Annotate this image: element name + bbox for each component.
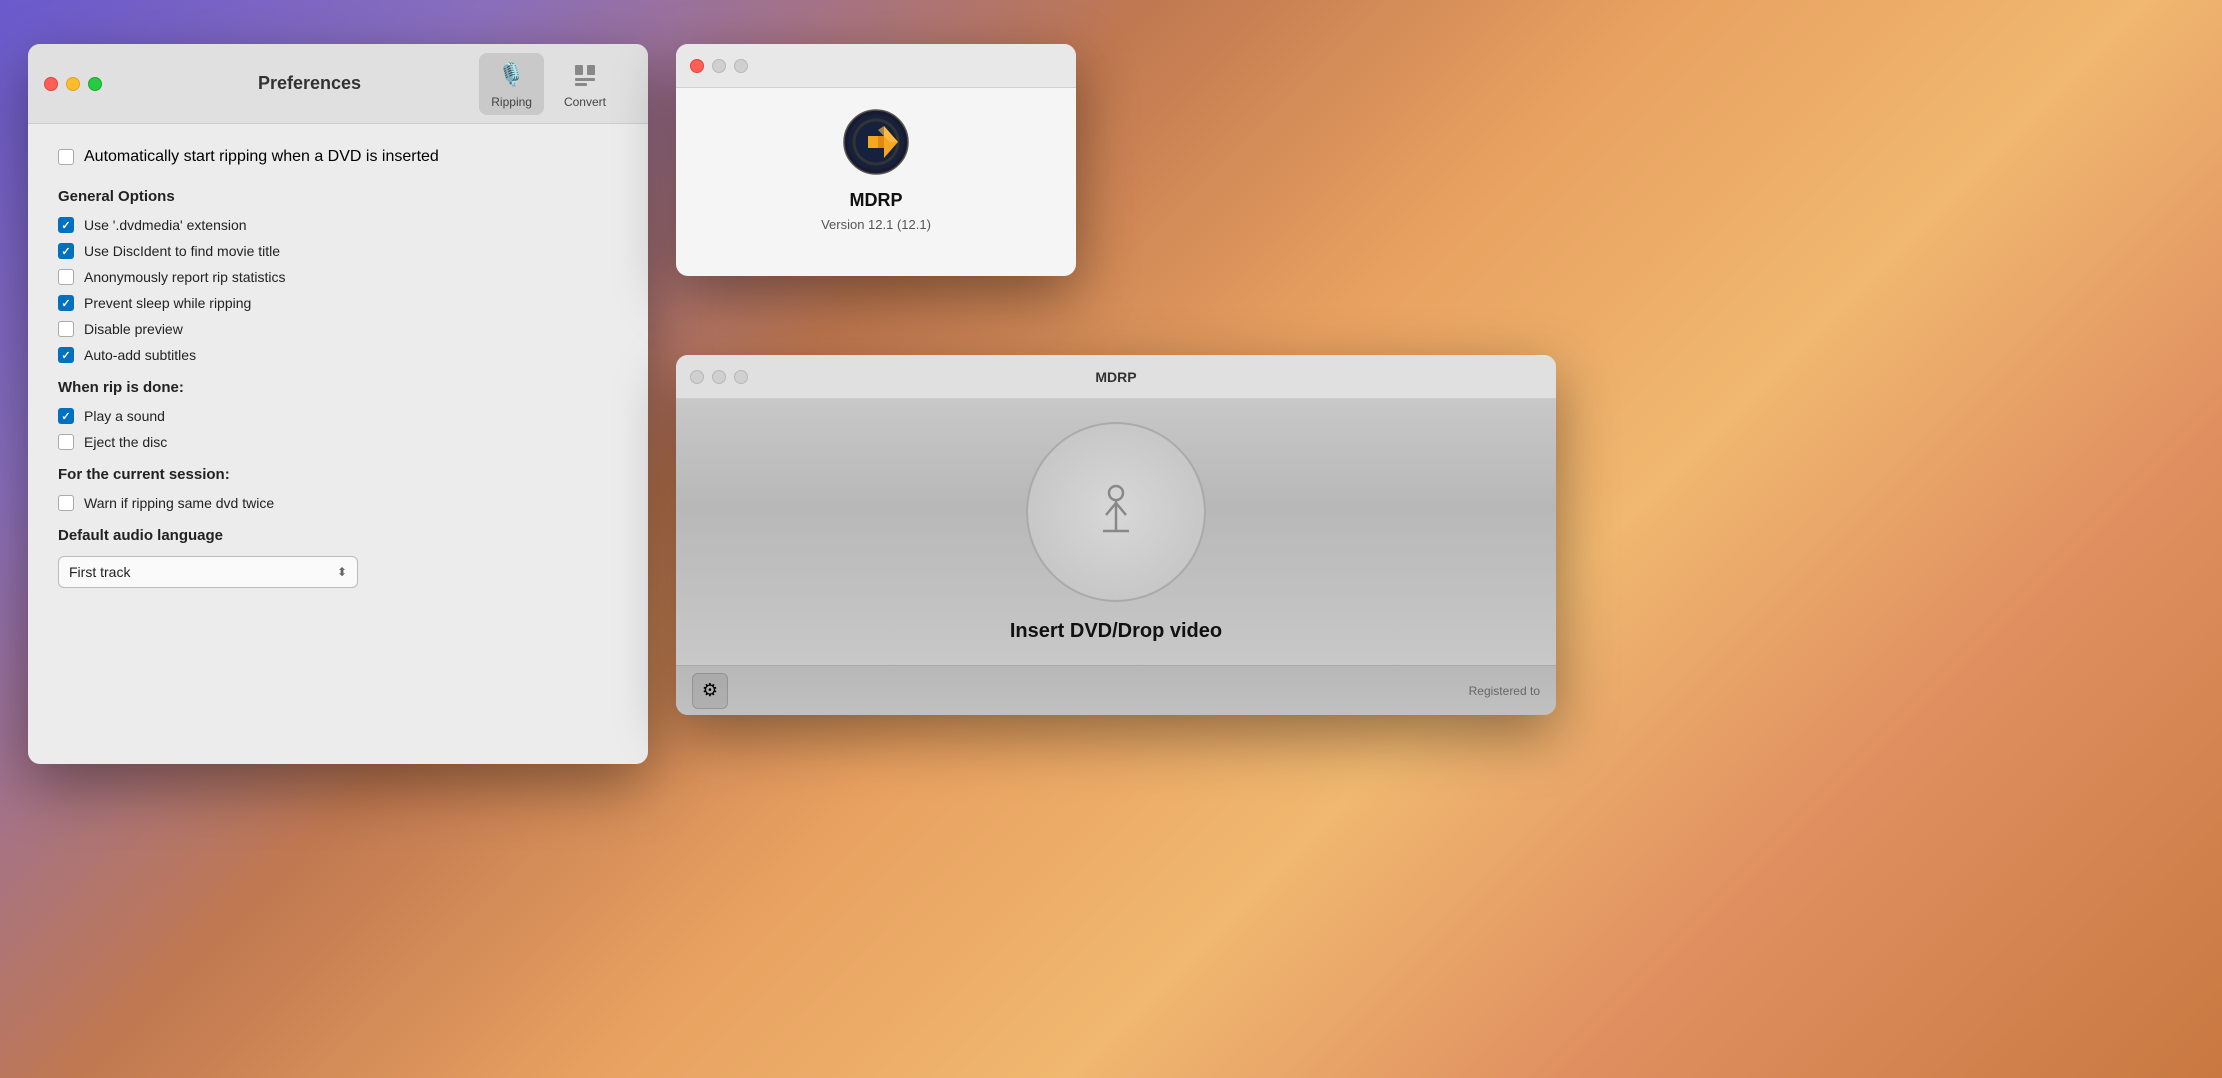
audio-lang-heading: Default audio language: [58, 527, 618, 544]
minimize-button[interactable]: [66, 77, 80, 91]
ripping-label: Ripping: [491, 95, 532, 109]
general-label-3: Prevent sleep while ripping: [84, 295, 251, 311]
general-label-4: Disable preview: [84, 321, 183, 337]
audio-language-section: Default audio language First track ⬍: [58, 527, 618, 588]
rip-done-label-1: Eject the disc: [84, 434, 167, 450]
registered-text: Registered to: [1469, 684, 1540, 698]
audio-lang-select-row: First track ⬍: [58, 556, 618, 588]
general-option-3: Prevent sleep while ripping: [58, 295, 618, 311]
traffic-lights: [44, 77, 102, 91]
main-fullscreen-button[interactable]: [734, 370, 748, 384]
about-app-name: MDRP: [850, 190, 903, 211]
rip-done-option-1: Eject the disc: [58, 434, 618, 450]
about-fullscreen-button[interactable]: [734, 59, 748, 73]
general-option-4: Disable preview: [58, 321, 618, 337]
main-bottom-bar: ⚙ Registered to: [676, 665, 1556, 715]
ripping-icon: 🎙️: [496, 59, 528, 91]
convert-tab[interactable]: Convert: [552, 53, 618, 115]
general-label-5: Auto-add subtitles: [84, 347, 196, 363]
select-arrow-icon: ⬍: [337, 565, 347, 579]
general-checkbox-2[interactable]: [58, 269, 74, 285]
about-minimize-button[interactable]: [712, 59, 726, 73]
session-option-0: Warn if ripping same dvd twice: [58, 495, 618, 511]
main-window: MDRP Insert DVD/Drop video ⚙ Registered …: [676, 355, 1556, 715]
rip-done-checkbox-0[interactable]: [58, 408, 74, 424]
preferences-toolbar: 🎙️ Ripping Convert: [479, 53, 618, 115]
general-option-2: Anonymously report rip statistics: [58, 269, 618, 285]
about-close-button[interactable]: [690, 59, 704, 73]
main-window-title: MDRP: [1095, 369, 1136, 385]
about-window: MDRP Version 12.1 (12.1): [676, 44, 1076, 276]
dvd-drop-circle: [1026, 422, 1206, 602]
general-checkbox-5[interactable]: [58, 347, 74, 363]
session-label-0: Warn if ripping same dvd twice: [84, 495, 274, 511]
session-checkbox-0[interactable]: [58, 495, 74, 511]
about-traffic-lights: [690, 59, 748, 73]
rip-done-label-0: Play a sound: [84, 408, 165, 424]
main-drop-area[interactable]: Insert DVD/Drop video: [676, 399, 1556, 665]
general-label-1: Use DiscIdent to find movie title: [84, 243, 280, 259]
main-close-button[interactable]: [690, 370, 704, 384]
general-label-0: Use '.dvdmedia' extension: [84, 217, 247, 233]
general-checkbox-3[interactable]: [58, 295, 74, 311]
general-option-1: Use DiscIdent to find movie title: [58, 243, 618, 259]
general-label-2: Anonymously report rip statistics: [84, 269, 286, 285]
insert-dvd-text: Insert DVD/Drop video: [1010, 620, 1222, 643]
audio-lang-select[interactable]: First track ⬍: [58, 556, 358, 588]
preferences-title: Preferences: [258, 73, 361, 94]
preferences-window: Preferences 🎙️ Ripping Convert: [28, 44, 648, 764]
ripping-tab[interactable]: 🎙️ Ripping: [479, 53, 544, 115]
gear-icon: ⚙: [702, 680, 718, 701]
general-options-heading: General Options: [58, 188, 618, 205]
current-session-heading: For the current session:: [58, 466, 618, 483]
about-content: MDRP Version 12.1 (12.1): [676, 88, 1076, 252]
general-checkbox-1[interactable]: [58, 243, 74, 259]
auto-start-row: Automatically start ripping when a DVD i…: [58, 148, 618, 166]
general-checkbox-0[interactable]: [58, 217, 74, 233]
rip-done-option-0: Play a sound: [58, 408, 618, 424]
preferences-titlebar: Preferences 🎙️ Ripping Convert: [28, 44, 648, 124]
close-button[interactable]: [44, 77, 58, 91]
general-checkbox-4[interactable]: [58, 321, 74, 337]
convert-label: Convert: [564, 95, 606, 109]
rip-done-checkbox-1[interactable]: [58, 434, 74, 450]
about-app-version: Version 12.1 (12.1): [821, 217, 931, 232]
auto-start-label: Automatically start ripping when a DVD i…: [84, 148, 439, 166]
about-titlebar: [676, 44, 1076, 88]
app-icon: [840, 106, 912, 178]
main-minimize-button[interactable]: [712, 370, 726, 384]
convert-icon: [569, 59, 601, 91]
settings-gear-button[interactable]: ⚙: [692, 673, 728, 709]
auto-start-checkbox[interactable]: [58, 149, 74, 165]
fullscreen-button[interactable]: [88, 77, 102, 91]
main-titlebar: MDRP: [676, 355, 1556, 399]
rip-done-heading: When rip is done:: [58, 379, 618, 396]
main-traffic-lights: [690, 370, 748, 384]
audio-lang-value: First track: [69, 564, 130, 580]
general-option-5: Auto-add subtitles: [58, 347, 618, 363]
general-option-0: Use '.dvdmedia' extension: [58, 217, 618, 233]
preferences-content: Automatically start ripping when a DVD i…: [28, 124, 648, 612]
